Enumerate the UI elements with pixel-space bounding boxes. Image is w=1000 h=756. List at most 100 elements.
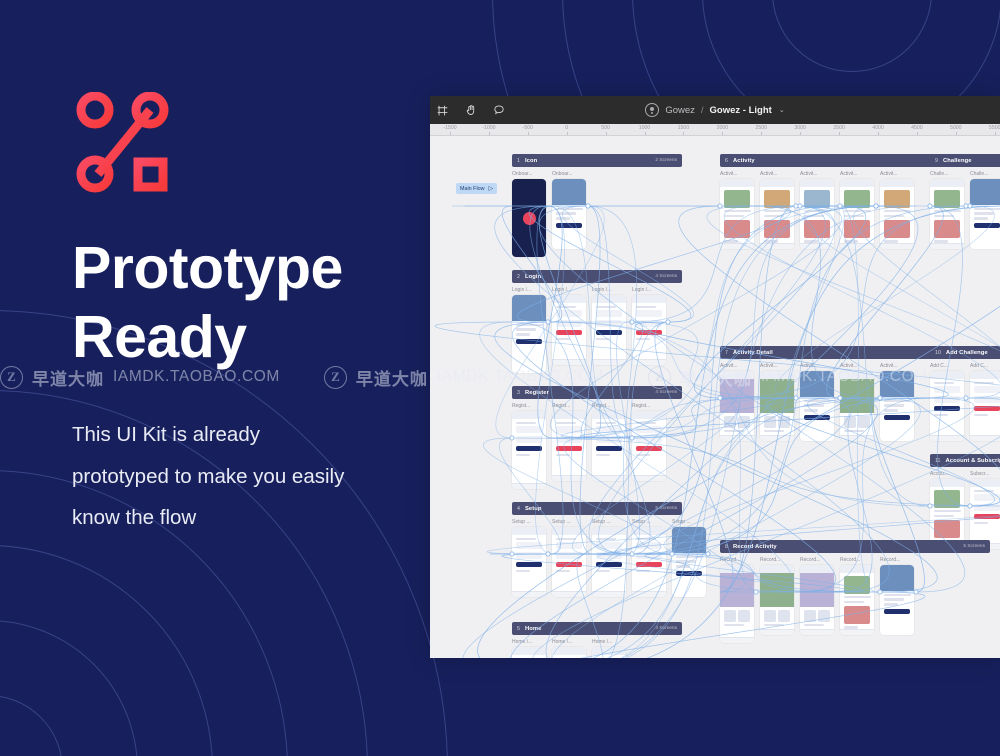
- frame-thumbnail[interactable]: [592, 527, 626, 597]
- canvas-section[interactable]: 11Account & Subscription2 Screens Accou..…: [930, 454, 1000, 549]
- canvas-frame[interactable]: Record...: [840, 557, 874, 643]
- chevron-down-icon[interactable]: ⌄: [779, 106, 785, 114]
- frame-thumbnail[interactable]: [720, 371, 754, 441]
- canvas-frame[interactable]: Activit...: [720, 171, 754, 249]
- section-header[interactable]: 2 Login 4 Screens: [512, 270, 682, 283]
- canvas-frame[interactable]: Regist...: [592, 403, 626, 489]
- canvas-frame[interactable]: Setup ...: [552, 519, 586, 597]
- canvas-frame[interactable]: Login /...: [512, 287, 546, 373]
- canvas-frame[interactable]: Accou...: [930, 471, 964, 549]
- frame-thumbnail[interactable]: [880, 371, 914, 441]
- section-header[interactable]: 3 Register 4 Screens: [512, 386, 682, 399]
- frame-thumbnail[interactable]: [512, 527, 546, 597]
- frame-thumbnail[interactable]: [592, 411, 626, 481]
- frame-thumbnail[interactable]: [720, 565, 754, 643]
- section-header[interactable]: 10Add Challenge3 Screens: [930, 346, 1000, 359]
- canvas-frame[interactable]: Home /...: [592, 639, 626, 658]
- file-name[interactable]: Gowez - Light: [710, 105, 772, 116]
- section-header[interactable]: 8 Record Activity 5 Screens: [720, 540, 990, 553]
- canvas-frame[interactable]: Activit...: [840, 363, 874, 441]
- section-header[interactable]: 4 Setup 5 Screens: [512, 502, 682, 515]
- section-header[interactable]: 9Challenge5 Screens: [930, 154, 1000, 167]
- canvas-frame[interactable]: Record...: [720, 557, 754, 643]
- canvas-section[interactable]: 8 Record Activity 5 Screens Record... Record…: [720, 540, 990, 643]
- frame-thumbnail[interactable]: [672, 527, 706, 597]
- canvas-section[interactable]: 10Add Challenge3 Screens Add C...Add C...: [930, 346, 1000, 441]
- frame-thumbnail[interactable]: [840, 565, 874, 635]
- frame-thumbnail[interactable]: [512, 295, 546, 373]
- figma-canvas[interactable]: Main Flow ▷ 1 Icon 2 Screens Onboar... Onboa…: [430, 136, 1000, 658]
- canvas-frame[interactable]: Challe...: [930, 171, 964, 249]
- canvas-frame[interactable]: Login /...: [592, 287, 626, 373]
- frame-thumbnail[interactable]: [930, 371, 964, 441]
- canvas-frame[interactable]: Add C...: [970, 363, 1000, 441]
- canvas-frame[interactable]: Record...: [880, 557, 914, 643]
- frame-thumbnail[interactable]: [880, 565, 914, 635]
- section-header[interactable]: 5 Home 3 Screens: [512, 622, 682, 635]
- canvas-frame[interactable]: Record...: [760, 557, 794, 643]
- frame-thumbnail[interactable]: [880, 179, 914, 249]
- frame-thumbnail[interactable]: [800, 371, 834, 441]
- comment-tool-icon[interactable]: [490, 102, 507, 119]
- section-header[interactable]: 1 Icon 2 Screens: [512, 154, 682, 167]
- frame-thumbnail[interactable]: [800, 565, 834, 635]
- frame-thumbnail[interactable]: [840, 371, 874, 441]
- frame-thumbnail[interactable]: [632, 295, 666, 365]
- frame-thumbnail[interactable]: [512, 411, 546, 489]
- canvas-section[interactable]: 9Challenge5 Screens Challe...Challe...: [930, 154, 1000, 249]
- canvas-section[interactable]: 5 Home 3 Screens Home /... Home /... Home /..…: [512, 622, 682, 658]
- frame-thumbnail[interactable]: [760, 179, 794, 249]
- frame-thumbnail[interactable]: [592, 295, 626, 365]
- section-header[interactable]: 11Account & Subscription2 Screens: [930, 454, 1000, 467]
- canvas-frame[interactable]: Activit...: [760, 363, 794, 441]
- canvas-frame[interactable]: Activit...: [840, 171, 874, 249]
- frame-thumbnail[interactable]: [592, 647, 626, 658]
- canvas-frame[interactable]: Login /...: [632, 287, 666, 373]
- canvas-frame[interactable]: Regist...: [632, 403, 666, 489]
- canvas-section[interactable]: 4 Setup 5 Screens Setup ... Setup ... Setup .…: [512, 502, 706, 597]
- canvas-frame[interactable]: Setup ...: [512, 519, 546, 597]
- canvas-section[interactable]: 1 Icon 2 Screens Onboar... Onboar...: [512, 154, 682, 257]
- frame-thumbnail[interactable]: [970, 179, 1000, 249]
- canvas-frame[interactable]: Activit...: [800, 171, 834, 249]
- frame-thumbnail[interactable]: [552, 527, 586, 597]
- canvas-frame[interactable]: Record...: [800, 557, 834, 643]
- frame-thumbnail[interactable]: [760, 565, 794, 635]
- canvas-frame[interactable]: Activit...: [880, 171, 914, 249]
- user-avatar[interactable]: [645, 103, 660, 117]
- canvas-frame[interactable]: Onboar...: [552, 171, 586, 257]
- canvas-section[interactable]: 3 Register 4 Screens Regist... Regist... Regi…: [512, 386, 682, 489]
- canvas-frame[interactable]: Setup ...: [592, 519, 626, 597]
- canvas-frame[interactable]: Activit...: [720, 363, 754, 441]
- canvas-frame[interactable]: Activit...: [760, 171, 794, 249]
- canvas-frame[interactable]: Home /...: [512, 639, 546, 658]
- frame-thumbnail[interactable]: [552, 295, 586, 365]
- frame-thumbnail[interactable]: [632, 527, 666, 597]
- frame-thumbnail[interactable]: [512, 647, 546, 658]
- play-icon[interactable]: ▷: [489, 185, 494, 192]
- canvas-frame[interactable]: Setup ...: [632, 519, 666, 597]
- canvas-frame[interactable]: Setup ...: [672, 519, 706, 597]
- canvas-frame[interactable]: Challe...: [970, 171, 1000, 249]
- frame-thumbnail[interactable]: [552, 411, 586, 481]
- canvas-section[interactable]: 2 Login 4 Screens Login /... Login /... Login…: [512, 270, 682, 373]
- frame-thumbnail[interactable]: [760, 371, 794, 441]
- canvas-frame[interactable]: Activit...: [880, 363, 914, 441]
- frame-thumbnail[interactable]: [720, 179, 754, 249]
- frame-thumbnail[interactable]: [552, 647, 586, 658]
- canvas-frame[interactable]: Activit...: [800, 363, 834, 441]
- canvas-frame[interactable]: Onboar...: [512, 171, 546, 257]
- canvas-frame[interactable]: Regist...: [512, 403, 546, 489]
- canvas-frame[interactable]: Home /...: [552, 639, 586, 658]
- team-name[interactable]: Gowez: [665, 105, 695, 116]
- frame-thumbnail[interactable]: [970, 371, 1000, 441]
- frame-thumbnail[interactable]: [840, 179, 874, 249]
- frame-thumbnail[interactable]: [970, 479, 1000, 549]
- canvas-frame[interactable]: Login /...: [552, 287, 586, 373]
- frame-thumbnail[interactable]: [552, 179, 586, 249]
- frame-thumbnail[interactable]: [632, 411, 666, 481]
- canvas-frame[interactable]: Add C...: [930, 363, 964, 441]
- frame-thumbnail[interactable]: [930, 179, 964, 249]
- frame-thumbnail[interactable]: [930, 479, 964, 549]
- canvas-frame[interactable]: Regist...: [552, 403, 586, 489]
